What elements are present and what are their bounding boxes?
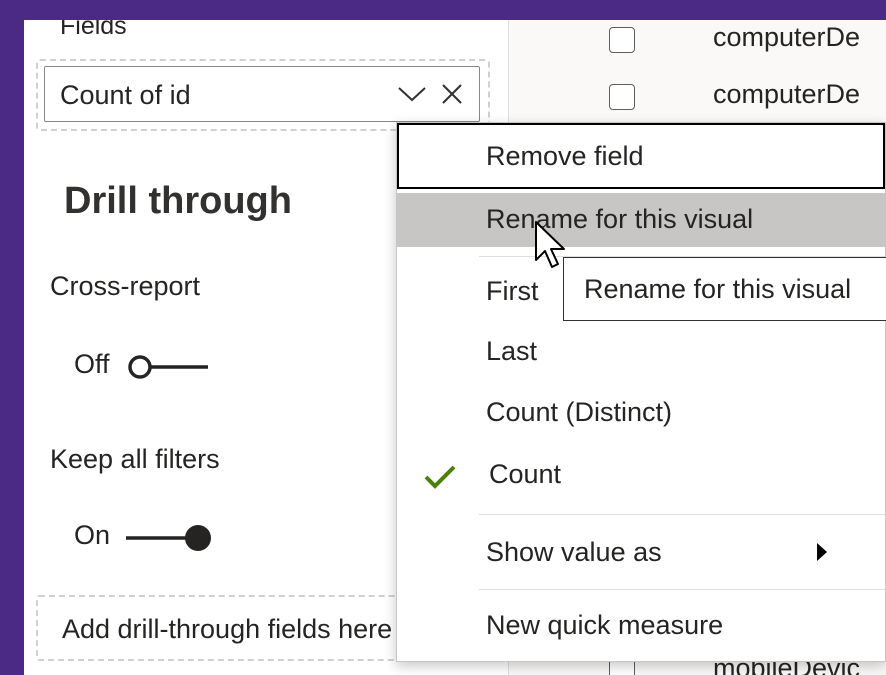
add-drill-through-fields-placeholder: Add drill-through fields here [62,614,393,644]
field-list-item[interactable]: computerDe [609,79,886,124]
close-icon[interactable] [440,82,464,106]
field-pill-count-of-id[interactable]: Count of id [44,66,480,122]
menu-item-new-quick-measure[interactable]: New quick measure [397,597,885,659]
keep-all-filters-label: Keep all filters [50,444,220,474]
menu-item-label: First [486,276,539,306]
menu-item-label: Remove field [486,141,644,171]
field-checkbox[interactable] [609,27,635,53]
tooltip: Rename for this visual [563,257,886,321]
field-checkbox[interactable] [609,84,635,110]
drill-through-heading: Drill through [64,180,292,222]
menu-item-label: Count [489,459,562,489]
toggle-off-icon [128,355,208,379]
menu-separator [479,589,885,590]
chevron-down-icon[interactable] [397,85,427,103]
menu-item-show-value-as[interactable]: Show value as [397,523,885,589]
menu-item-label: Show value as [486,537,662,567]
field-list-label: computerDe [713,22,861,52]
app-window: Fields Count of id Drill through Cross-r… [24,20,886,675]
checkmark-icon [424,465,456,489]
tooltip-text: Rename for this visual [584,274,852,304]
cross-report-state: Off [74,349,110,379]
keep-all-filters-state: On [74,520,111,550]
menu-item-label: New quick measure [486,610,724,640]
menu-item-last[interactable]: Last [397,325,885,383]
menu-item-label: Last [486,336,538,366]
field-pill-label: Count of id [60,80,191,110]
field-list-label: computerDe [713,79,861,109]
fields-heading: Fields [60,20,127,40]
toggle-on-icon [126,525,211,551]
menu-item-label: Count (Distinct) [486,397,673,427]
submenu-caret-icon [817,543,827,561]
field-context-menu: Remove field Rename for this visual Firs… [396,122,886,662]
menu-item-count-distinct[interactable]: Count (Distinct) [397,385,885,445]
menu-separator [479,514,885,515]
menu-item-label: Rename for this visual [486,204,754,234]
cross-report-label: Cross-report [50,271,201,301]
menu-item-remove-field[interactable]: Remove field [397,123,885,189]
mouse-pointer-icon [535,221,565,268]
field-list-item[interactable]: computerDe [609,22,886,67]
menu-item-count[interactable]: Count [397,447,885,507]
menu-item-rename-for-this-visual[interactable]: Rename for this visual [397,193,885,247]
